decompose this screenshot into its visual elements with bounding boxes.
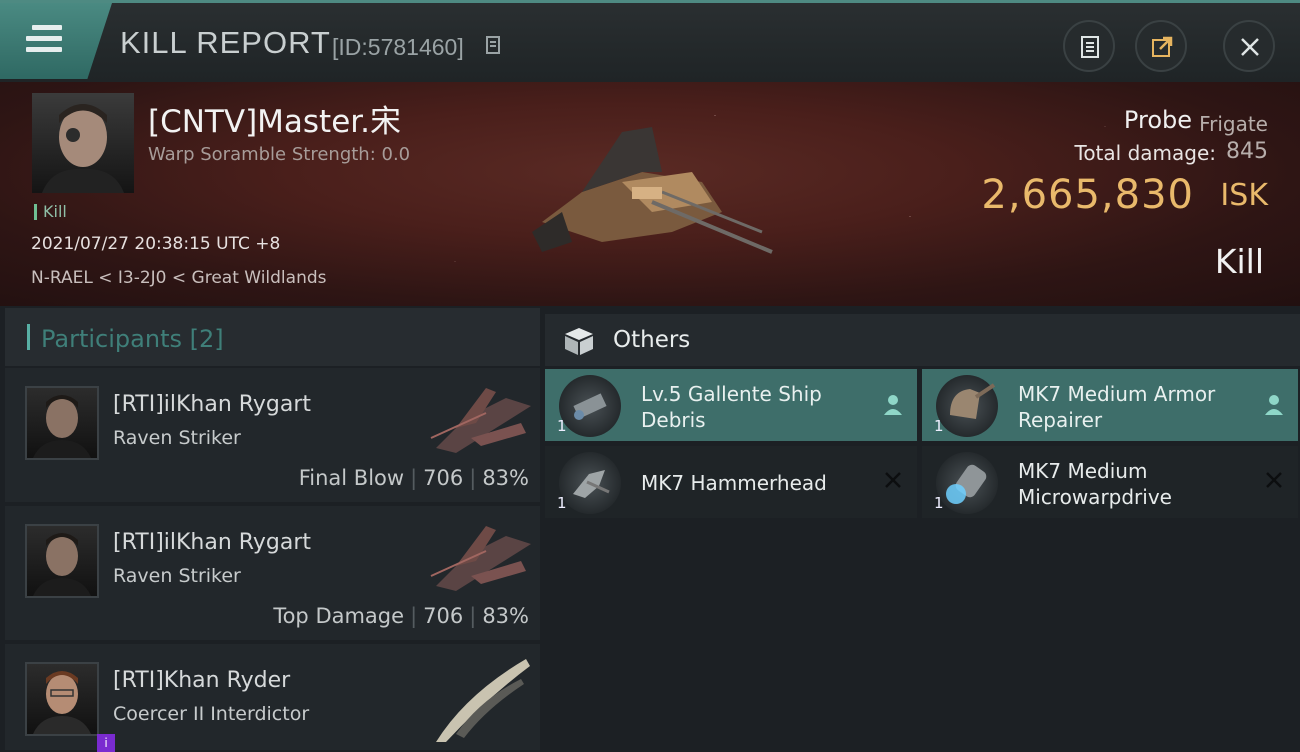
participants-title: Participants	[41, 325, 182, 353]
hammerhead-drone-icon	[559, 452, 621, 514]
loot-item[interactable]: 1 MK7 Hammerhead	[545, 446, 917, 518]
participant-name: [RTI]ilKhan Rygart	[113, 530, 312, 555]
victim-avatar[interactable]	[32, 93, 134, 193]
participant-ship-image	[430, 388, 531, 453]
participant-percent: 83%	[482, 466, 529, 490]
loot-item[interactable]: 1 MK7 Medium Microwarpdrive	[922, 446, 1298, 518]
participant-avatar[interactable]	[25, 386, 99, 460]
participant-row[interactable]: [RTI]ilKhan Rygart Raven Striker Top Dam…	[5, 506, 540, 640]
armor-repairer-icon	[936, 375, 998, 437]
participant-role: Final Blow	[298, 466, 405, 490]
report-id: [ID:5781460]	[332, 34, 464, 60]
loot-item[interactable]: 1 Lv.5 Gallente Ship Debris	[545, 369, 917, 441]
header-bar: KILL REPORT [ID:5781460]	[0, 0, 1300, 82]
isk-value: 2,665,830	[981, 172, 1194, 218]
participant-stats: Final Blow | 706 | 83%	[298, 466, 529, 490]
item-name: Lv.5 Gallente Ship Debris	[641, 382, 822, 432]
dropped-person-icon	[1265, 395, 1283, 415]
participants-count: [2]	[189, 325, 224, 353]
total-damage-value: 845	[1226, 139, 1268, 164]
kill-location: N-RAEL < I3-2J0 < Great Wildlands	[31, 268, 327, 288]
isk-unit: ISK	[1220, 178, 1268, 213]
victim-name: [CNTV]Master.宋	[148, 104, 402, 140]
kill-result: Kill	[1214, 242, 1264, 281]
participant-ship-image	[430, 526, 531, 591]
participant-ship: Raven Striker	[113, 427, 241, 449]
participant-row[interactable]: [RTI]ilKhan Rygart Raven Striker Final B…	[5, 368, 540, 502]
participant-badge: i	[97, 734, 115, 752]
victim-ship-class: Frigate	[1199, 112, 1268, 136]
participant-percent: 83%	[482, 604, 529, 628]
participant-name: [RTI]Khan Ryder	[113, 668, 291, 693]
destroyed-x-icon	[885, 472, 901, 488]
participants-header: Participants [2]	[5, 308, 540, 366]
victim-ship-name: Probe	[1123, 106, 1192, 134]
hamburger-menu-icon	[26, 25, 62, 55]
others-title: Others	[613, 327, 691, 353]
participant-role: Top Damage	[273, 604, 405, 628]
kill-tag: Kill	[34, 204, 67, 220]
warp-scramble-strength: Warp Soramble Strength: 0.0	[148, 144, 411, 165]
total-damage-label: Total damage:	[1074, 141, 1217, 165]
destroyed-x-icon	[1266, 472, 1282, 488]
participant-ship-image	[436, 659, 530, 742]
share-button[interactable]	[1135, 20, 1187, 72]
item-quantity: 1	[934, 494, 944, 512]
participant-ship: Raven Striker	[113, 565, 241, 587]
cargo-box-icon	[565, 328, 593, 355]
item-name: MK7 Medium Armor Repairer	[1018, 382, 1216, 432]
microwarpdrive-icon	[936, 452, 998, 514]
participant-avatar[interactable]	[25, 524, 99, 598]
clipboard-button[interactable]	[1063, 20, 1115, 72]
participant-row[interactable]: i [RTI]Khan Ryder Coercer II Interdictor	[5, 644, 540, 752]
item-name: MK7 Medium Microwarpdrive	[1018, 459, 1172, 509]
clipboard-icon	[1081, 36, 1099, 58]
others-header: Others	[545, 314, 1300, 366]
participant-avatar[interactable]: i	[25, 662, 115, 752]
item-quantity: 1	[557, 494, 567, 512]
page-title: KILL REPORT	[120, 25, 331, 60]
participant-damage: 706	[423, 604, 464, 628]
share-icon	[1152, 36, 1173, 57]
item-quantity: 1	[557, 417, 567, 435]
participant-name: [RTI]ilKhan Rygart	[113, 392, 312, 417]
participant-damage: 706	[423, 466, 464, 490]
dropped-person-icon	[884, 395, 902, 415]
copy-id-icon[interactable]	[486, 36, 500, 54]
ship-debris-icon	[559, 375, 621, 437]
menu-button[interactable]	[0, 3, 112, 79]
item-quantity: 1	[934, 417, 944, 435]
close-icon	[1241, 38, 1259, 56]
kill-datetime: 2021/07/27 20:38:15 UTC +8	[31, 234, 281, 254]
participant-stats: Top Damage | 706 | 83%	[273, 604, 529, 628]
item-name: MK7 Hammerhead	[641, 471, 827, 495]
loot-item[interactable]: 1 MK7 Medium Armor Repairer	[922, 369, 1298, 441]
victim-ship-image[interactable]	[522, 112, 782, 272]
close-button[interactable]	[1223, 20, 1275, 72]
victim-panel: [CNTV]Master.宋 Warp Soramble Strength: 0…	[0, 82, 1300, 306]
participant-ship: Coercer II Interdictor	[113, 703, 310, 725]
participants-panel: Participants [2] [RTI]ilKhan Rygart Rave…	[5, 308, 540, 752]
